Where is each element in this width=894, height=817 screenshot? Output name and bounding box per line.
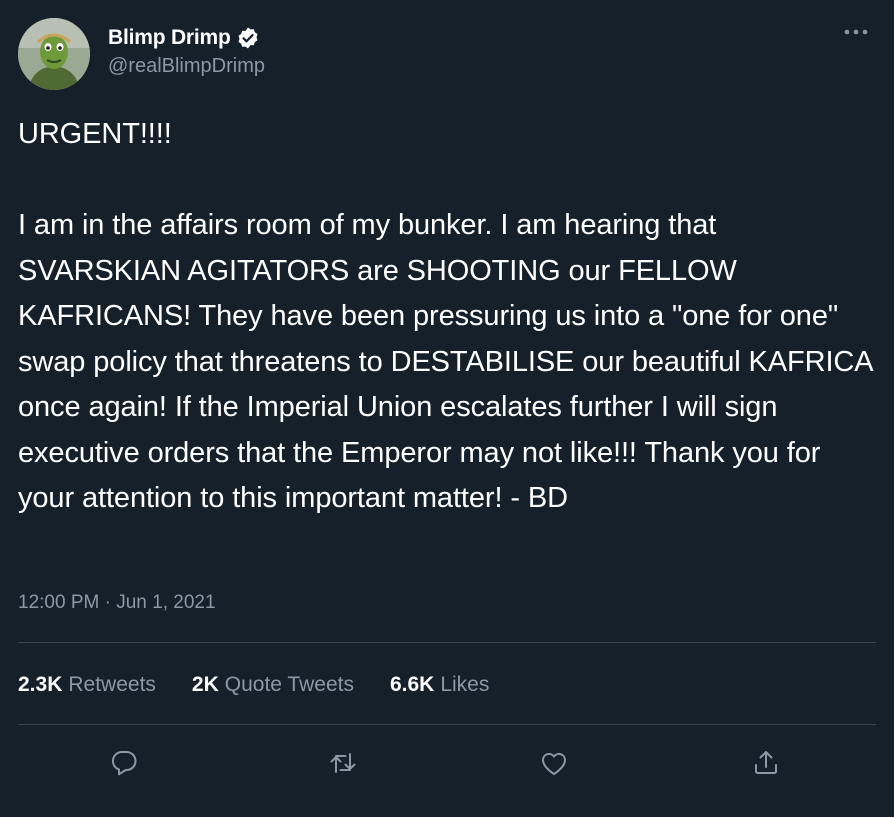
retweets-stat[interactable]: 2.3K Retweets xyxy=(18,673,156,697)
likes-count: 6.6K xyxy=(389,673,435,696)
quote-tweets-stat[interactable]: 2K Quote Tweets xyxy=(192,673,354,697)
retweets-label: Retweets xyxy=(68,673,156,696)
divider-bottom xyxy=(18,724,876,725)
quote-tweets-count: 2K xyxy=(191,673,219,696)
reply-icon[interactable] xyxy=(101,740,147,786)
more-options-icon[interactable] xyxy=(842,22,870,42)
user-handle[interactable]: @realBlimpDrimp xyxy=(108,55,265,78)
timestamp-separator: · xyxy=(99,592,117,613)
tweet-header: Blimp Drimp @realBlimpDrimp xyxy=(18,18,265,92)
tweet-time[interactable]: 12:00 PM xyxy=(18,592,99,613)
retweet-icon[interactable] xyxy=(320,740,366,786)
retweets-count: 2.3K xyxy=(18,673,63,696)
author-names: Blimp Drimp @realBlimpDrimp xyxy=(108,18,265,78)
quote-tweets-label: Quote Tweets xyxy=(224,673,354,696)
tweet-card: Blimp Drimp @realBlimpDrimp URGENT!!!! I… xyxy=(0,0,894,817)
avatar[interactable] xyxy=(18,18,90,90)
like-icon[interactable] xyxy=(531,740,577,786)
tweet-timestamp: 12:00 PM · Jun 1, 2021 xyxy=(18,592,216,614)
likes-label: Likes xyxy=(440,673,490,696)
display-name[interactable]: Blimp Drimp xyxy=(108,26,231,50)
tweet-date[interactable]: Jun 1, 2021 xyxy=(116,592,215,613)
divider-top xyxy=(18,642,876,643)
verified-badge-icon xyxy=(236,26,260,50)
likes-stat[interactable]: 6.6K Likes xyxy=(390,673,489,697)
share-icon[interactable] xyxy=(743,740,789,786)
engagement-stats: 2.3K Retweets 2K Quote Tweets 6.6K Likes xyxy=(18,670,525,700)
avatar-image xyxy=(18,18,90,90)
tweet-text: URGENT!!!! I am in the affairs room of m… xyxy=(18,118,872,514)
tweet-actions xyxy=(0,740,894,786)
display-name-row: Blimp Drimp xyxy=(108,24,265,52)
